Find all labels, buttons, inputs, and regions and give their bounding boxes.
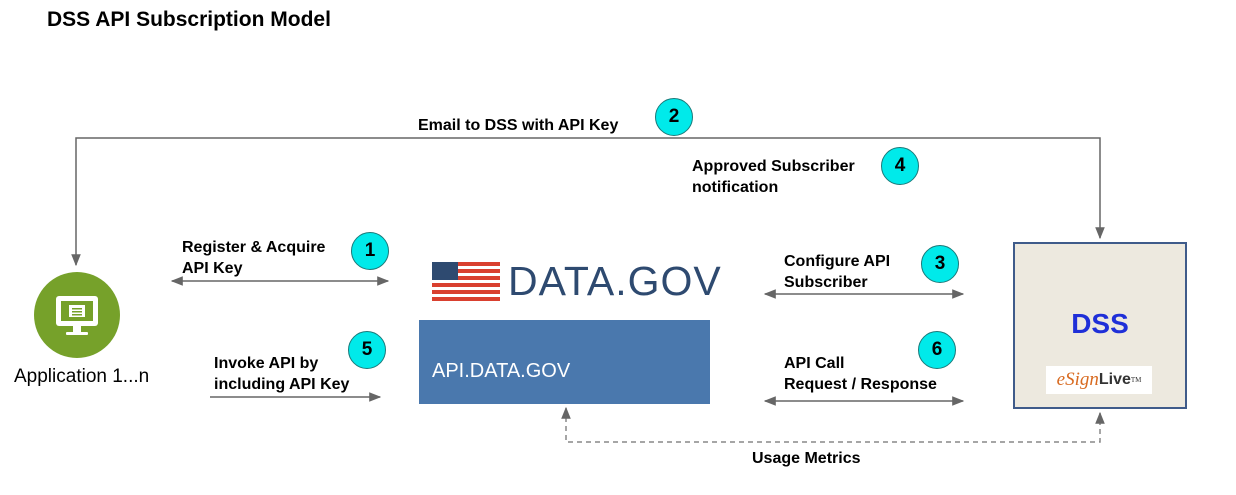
api-datagov-box: API.DATA.GOV — [419, 320, 710, 404]
step-4-label: Approved Subscriber notification — [692, 158, 855, 196]
step-1-badge: 1 — [351, 232, 389, 270]
esignlive-logo: e Sign Live TM — [1046, 366, 1152, 394]
application-label: Application 1...n — [14, 366, 150, 387]
step-6-label: API Call Request / Response — [784, 355, 937, 393]
dss-box: DSS e Sign Live TM — [1013, 242, 1187, 409]
datagov-logo: DATA.GOV — [432, 258, 721, 304]
usage-metrics-label: Usage Metrics — [752, 450, 861, 467]
datagov-logo-text: DATA.GOV — [508, 258, 722, 304]
us-flag-icon — [432, 262, 500, 302]
api-datagov-label: API.DATA.GOV — [432, 360, 571, 382]
step-1-label: Register & Acquire API Key — [182, 239, 326, 277]
dss-label: DSS — [1071, 308, 1129, 339]
computer-monitor-icon — [34, 272, 120, 358]
usage-metrics-connector — [561, 406, 1105, 443]
step-4-badge: 4 — [881, 147, 919, 185]
esignlive-tm: TM — [1130, 376, 1142, 384]
step-5-label: Invoke API by including API Key — [214, 355, 350, 393]
step-6-badge: 6 — [918, 331, 956, 369]
step-2-badge: 2 — [655, 98, 693, 136]
step-5-badge: 5 — [348, 331, 386, 369]
step-2-label: Email to DSS with API Key — [418, 117, 619, 134]
step-3-label: Configure API Subscriber — [784, 253, 891, 291]
step-3-badge: 3 — [921, 245, 959, 283]
